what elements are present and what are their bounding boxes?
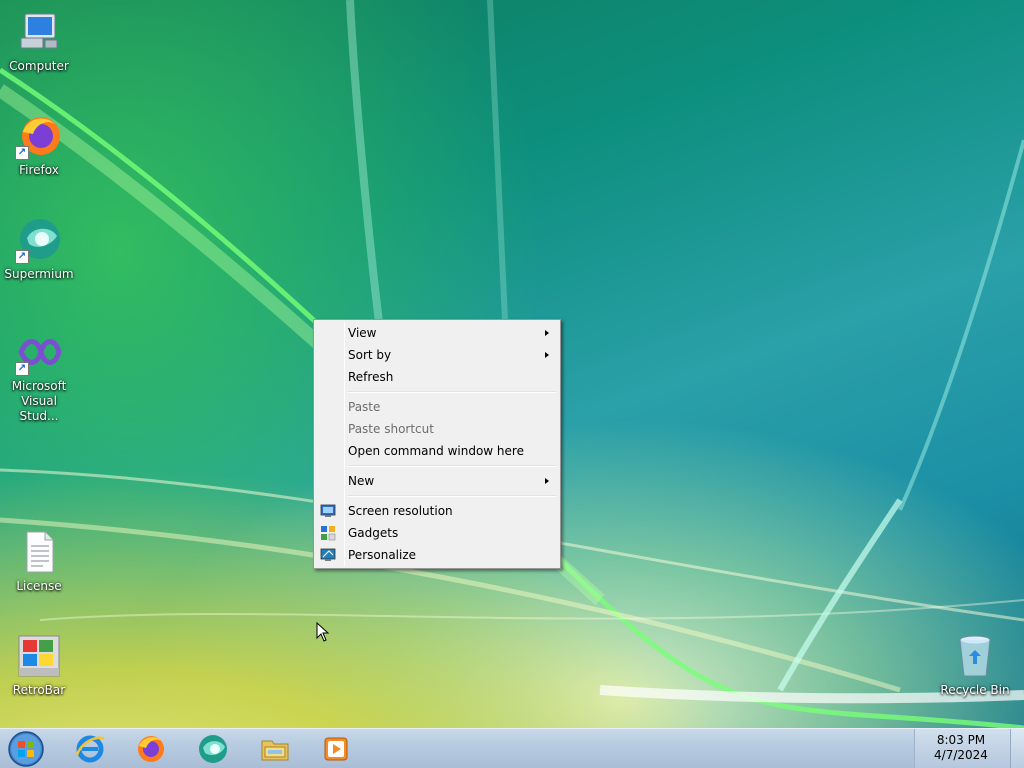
recycle-bin-icon [951,632,999,680]
desktop-icon-retrobar[interactable]: RetroBar [1,632,77,698]
taskbar: 8:03 PM 4/7/2024 [0,728,1024,768]
shortcut-arrow-icon: ↗ [15,250,29,264]
personalize-icon [320,548,336,561]
taskbar-clock[interactable]: 8:03 PM 4/7/2024 [926,733,996,763]
desktop-icon-recycle-bin[interactable]: Recycle Bin [937,632,1013,698]
mouse-cursor-icon [316,622,330,642]
menu-item-personalize[interactable]: Personalize [316,544,558,566]
shortcut-arrow-icon: ↗ [15,146,29,160]
menu-item-gadgets[interactable]: Gadgets [316,522,558,544]
desktop-icon-visual-studio[interactable]: ↗ Microsoft Visual Stud... [1,328,77,424]
menu-separator [346,462,558,470]
menu-item-view[interactable]: View [316,322,558,344]
submenu-arrow-icon [545,352,549,358]
desktop-icon-computer[interactable]: Computer [1,8,77,74]
menu-separator [346,492,558,500]
desktop-icon-firefox[interactable]: ↗ Firefox [1,112,77,178]
file-explorer-icon [261,740,289,761]
menu-item-open-command-window[interactable]: Open command window here [316,440,558,462]
submenu-arrow-icon [545,478,549,484]
start-button[interactable] [6,730,46,768]
firefox-icon [138,736,164,762]
notification-area: 8:03 PM 4/7/2024 [914,729,1024,768]
taskbar-internet-explorer[interactable] [68,732,112,766]
windows-logo-icon [8,731,44,767]
taskbar-file-explorer[interactable] [253,732,297,766]
menu-item-refresh[interactable]: Refresh [316,366,558,388]
desktop-icon-license[interactable]: License [1,528,77,594]
taskbar-supermium[interactable] [191,732,235,766]
menu-item-sort-by[interactable]: Sort by [316,344,558,366]
visual-studio-icon: ↗ [15,328,63,376]
shortcut-arrow-icon: ↗ [15,362,29,376]
menu-item-screen-resolution[interactable]: Screen resolution [316,500,558,522]
gadgets-icon [321,526,336,541]
media-player-icon [324,737,348,761]
menu-item-paste-shortcut: Paste shortcut [348,422,434,436]
submenu-arrow-icon [545,330,549,336]
supermium-icon [199,735,227,763]
menu-separator [346,388,558,396]
firefox-icon: ↗ [15,112,63,160]
desktop-icon-supermium[interactable]: ↗ Supermium [1,216,77,282]
desktop-context-menu: View Sort by Refresh Paste Paste shortcu… [313,319,561,569]
taskbar-firefox[interactable] [129,732,173,766]
retrobar-icon [15,632,63,680]
taskbar-media-player[interactable] [314,732,358,766]
computer-icon [15,8,63,56]
supermium-icon: ↗ [15,216,63,264]
show-desktop-button[interactable] [1010,729,1024,768]
screen-resolution-icon [320,504,336,517]
menu-item-new[interactable]: New [316,470,558,492]
internet-explorer-icon [75,735,105,763]
text-document-icon [15,528,63,576]
menu-item-paste: Paste [348,400,381,414]
